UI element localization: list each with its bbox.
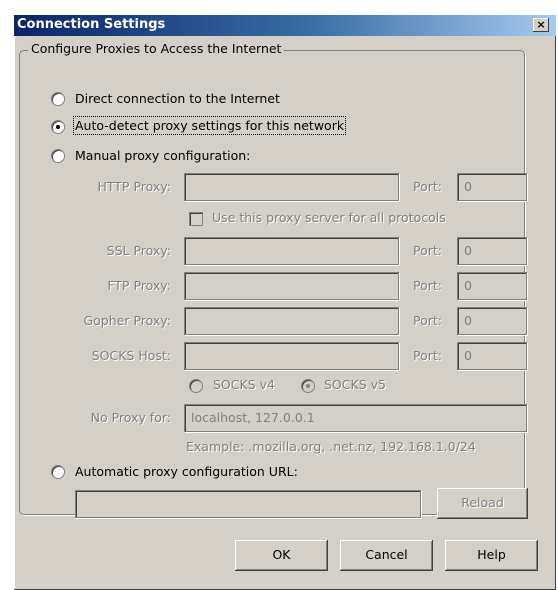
socks-v5-label[interactable]: SOCKS v5 [324,377,386,392]
no-proxy-label: No Proxy for: [90,410,171,425]
radio-selected-dot [56,125,60,129]
title-bar[interactable]: Connection Settings × [14,15,556,36]
socks-port-input[interactable]: 0 [457,342,527,370]
auto-config-url-label[interactable]: Automatic proxy configuration URL: [75,464,298,479]
no-proxy-example: Example: .mozilla.org, .net.nz, 192.168.… [186,439,476,454]
http-proxy-input[interactable] [184,173,399,201]
same-proxy-label[interactable]: Use this proxy server for all protocols [212,210,446,225]
reload-button[interactable]: Reload [437,488,528,519]
direct-connection-label[interactable]: Direct connection to the Internet [75,91,280,106]
socks-v5-radio[interactable] [301,379,315,393]
close-button[interactable]: × [533,18,549,32]
gopher-port-input[interactable]: 0 [457,307,527,335]
group-title: Configure Proxies to Access the Internet [28,41,285,56]
http-proxy-label: HTTP Proxy: [97,179,171,194]
socks-port-label: Port: [413,348,442,363]
ok-button[interactable]: OK [235,540,328,571]
ftp-port-input[interactable]: 0 [457,272,527,300]
ssl-proxy-input[interactable] [184,237,399,265]
http-port-input[interactable]: 0 [457,173,527,201]
window-title: Connection Settings [17,17,166,32]
ssl-port-input[interactable]: 0 [457,237,527,265]
gopher-port-label: Port: [413,313,442,328]
ftp-port-label: Port: [413,278,442,293]
auto-config-url-radio[interactable] [51,465,65,479]
no-proxy-input[interactable]: localhost, 127.0.0.1 [184,404,527,432]
socks-v4-radio[interactable] [189,379,203,393]
auto-config-url-input[interactable] [75,490,421,518]
http-port-label: Port: [413,179,442,194]
close-icon: × [536,18,546,31]
socks-v4-label[interactable]: SOCKS v4 [213,377,275,392]
gopher-proxy-input[interactable] [184,307,399,335]
ftp-proxy-label: FTP Proxy: [107,278,171,293]
direct-connection-radio[interactable] [51,92,65,106]
ssl-port-label: Port: [413,243,442,258]
ftp-proxy-input[interactable] [184,272,399,300]
auto-detect-label[interactable]: Auto-detect proxy settings for this netw… [72,116,347,135]
manual-proxy-label[interactable]: Manual proxy configuration: [75,148,250,163]
radio-selected-dot [306,384,310,388]
gopher-proxy-label: Gopher Proxy: [83,313,171,328]
cancel-button[interactable]: Cancel [340,540,433,571]
socks-host-input[interactable] [184,342,399,370]
socks-host-label: SOCKS Host: [91,348,171,363]
help-button[interactable]: Help [445,540,538,571]
ssl-proxy-label: SSL Proxy: [106,243,171,258]
auto-detect-radio[interactable] [51,120,65,134]
manual-proxy-radio[interactable] [51,149,65,163]
same-proxy-checkbox[interactable] [189,212,203,226]
